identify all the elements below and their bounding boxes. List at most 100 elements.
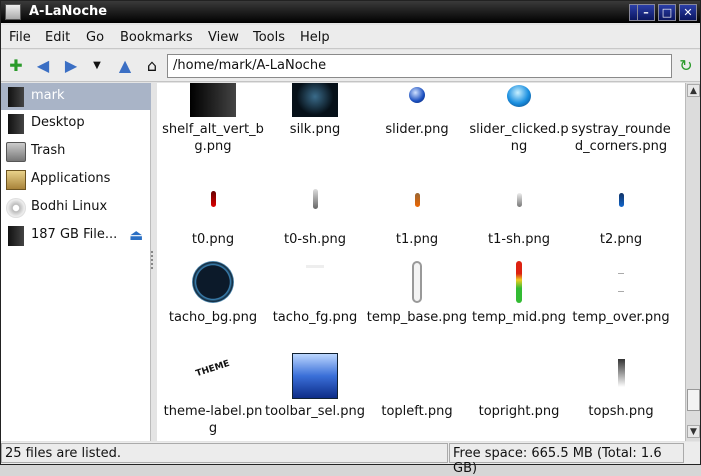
file-thumbnail [365, 261, 469, 303]
file-item[interactable]: systray_rounded_corners.png [569, 83, 673, 169]
title-bar[interactable]: A-LaNoche – □ ✕ [1, 1, 700, 23]
scrollbar-thumb[interactable] [687, 389, 700, 411]
window-title: A-LaNoche [29, 4, 108, 19]
sidebar-item-label: Bodhi Linux [31, 199, 108, 214]
sidebar-item-label: Applications [31, 171, 111, 186]
file-item[interactable]: topsh.png [569, 351, 673, 431]
menu-help[interactable]: Help [300, 30, 330, 45]
menu-tools[interactable]: Tools [253, 30, 285, 45]
status-bar: 25 files are listed. Free space: 665.5 M… [1, 442, 700, 476]
file-name: topsh.png [588, 404, 654, 419]
forward-icon[interactable]: ▶ [61, 56, 81, 76]
drive-icon [8, 87, 24, 107]
close-button[interactable]: ✕ [679, 4, 697, 21]
sidebar-item-bodhi-linux[interactable]: Bodhi Linux [1, 194, 151, 221]
file-thumbnail [569, 83, 673, 117]
file-item[interactable]: t1.png [365, 183, 469, 247]
file-name: temp_mid.png [472, 310, 566, 325]
history-dropdown-icon[interactable]: ▼ [87, 56, 107, 76]
file-thumbnail [569, 359, 673, 389]
file-name: tacho_fg.png [272, 310, 358, 325]
file-thumbnail [263, 261, 367, 303]
file-item[interactable]: temp_over.png [569, 261, 673, 331]
new-tab-icon[interactable]: ✚ [6, 56, 26, 76]
file-item[interactable]: tacho_fg.png [263, 261, 367, 331]
file-item[interactable]: topright.png [467, 351, 571, 431]
status-free-space: Free space: 665.5 MB (Total: 1.6 GB) [449, 443, 684, 476]
theme-label-thumbnail: THEME [194, 358, 232, 380]
pane-resize-handle[interactable] [151, 251, 155, 269]
sidebar-item-label: Desktop [31, 115, 85, 130]
file-thumbnail [161, 261, 265, 303]
menu-bookmarks[interactable]: Bookmarks [120, 30, 193, 45]
file-name: slider.png [385, 122, 449, 137]
file-name: shelf_alt_vert_bg.png [162, 122, 264, 154]
toolbar: ✚ ◀ ▶ ▼ ▲ ⌂ /home/mark/A-LaNoche ↻ [1, 50, 700, 82]
file-name: t0-sh.png [284, 232, 346, 247]
file-thumbnail [161, 83, 265, 117]
back-icon[interactable]: ◀ [33, 56, 53, 76]
vertical-scrollbar[interactable]: ▲ ▼ [685, 83, 700, 441]
file-thumbnail [467, 353, 571, 399]
file-name: topleft.png [381, 404, 453, 419]
file-thumbnail [569, 261, 673, 303]
file-name: temp_over.png [572, 310, 670, 325]
file-item[interactable]: silk.png [263, 83, 367, 163]
maximize-button[interactable]: □ [658, 4, 676, 21]
file-item[interactable]: t2.png [569, 183, 673, 247]
menu-file[interactable]: File [9, 30, 31, 45]
file-thumbnail: THEME [161, 359, 265, 391]
file-manager-window: A-LaNoche – □ ✕ File Edit Go Bookmarks V… [0, 0, 701, 476]
home-icon[interactable]: ⌂ [142, 56, 162, 76]
status-file-count: 25 files are listed. [1, 443, 448, 463]
location-input[interactable]: /home/mark/A-LaNoche [167, 54, 672, 78]
file-thumbnail [467, 83, 571, 117]
go-icon[interactable]: ↻ [676, 56, 696, 76]
file-item[interactable]: topleft.png [365, 351, 469, 431]
file-item[interactable]: temp_mid.png [467, 261, 571, 331]
applications-icon [6, 170, 26, 190]
scroll-up-icon[interactable]: ▲ [687, 84, 700, 97]
trash-icon [6, 142, 26, 162]
menu-edit[interactable]: Edit [45, 30, 70, 45]
menu-go[interactable]: Go [86, 30, 104, 45]
file-item[interactable]: slider_clicked.png [467, 83, 571, 163]
file-name: t0.png [191, 232, 235, 247]
sidebar-item-filesystem[interactable]: 187 GB File... ⏏ [1, 222, 151, 249]
file-item[interactable]: shelf_alt_vert_bg.png [161, 83, 265, 163]
file-name: temp_base.png [366, 310, 468, 325]
file-item[interactable]: t1-sh.png [467, 183, 571, 247]
file-item[interactable]: THEME theme-label.png [161, 351, 265, 436]
minimize-button[interactable]: – [637, 4, 655, 21]
sidebar-item-label: mark [31, 88, 65, 103]
sidebar: mark Desktop Trash Applications Bodhi Li… [1, 83, 151, 441]
file-item[interactable]: slider.png [365, 83, 469, 163]
scroll-down-icon[interactable]: ▼ [687, 425, 700, 438]
sidebar-item-mark[interactable]: mark [1, 83, 151, 110]
file-name: topright.png [478, 404, 560, 419]
file-thumbnail [365, 353, 469, 399]
sidebar-item-trash[interactable]: Trash [1, 138, 151, 165]
file-item[interactable]: tacho_bg.png [161, 261, 265, 331]
sidebar-item-label: 187 GB File... [31, 227, 118, 242]
file-name: systray_rounded_corners.png [571, 122, 671, 154]
file-name: t2.png [599, 232, 643, 247]
file-item[interactable]: t0-sh.png [263, 183, 367, 247]
disc-icon [6, 198, 26, 218]
file-item[interactable]: temp_base.png [365, 261, 469, 331]
window-menu-icon[interactable] [5, 4, 21, 20]
file-item[interactable]: toolbar_sel.png [263, 351, 367, 431]
file-item[interactable]: t0.png [161, 183, 265, 247]
file-thumbnail [263, 189, 367, 211]
file-name: silk.png [289, 122, 341, 137]
eject-icon[interactable]: ⏏ [129, 226, 143, 244]
file-name: t1-sh.png [488, 232, 550, 247]
file-thumbnail [263, 83, 367, 117]
up-icon[interactable]: ▲ [115, 56, 135, 76]
sidebar-item-desktop[interactable]: Desktop [1, 110, 151, 137]
file-thumbnail [467, 193, 571, 211]
file-name: tacho_bg.png [168, 310, 258, 325]
file-thumbnail [161, 191, 265, 211]
menu-view[interactable]: View [208, 30, 239, 45]
sidebar-item-applications[interactable]: Applications [1, 166, 151, 193]
